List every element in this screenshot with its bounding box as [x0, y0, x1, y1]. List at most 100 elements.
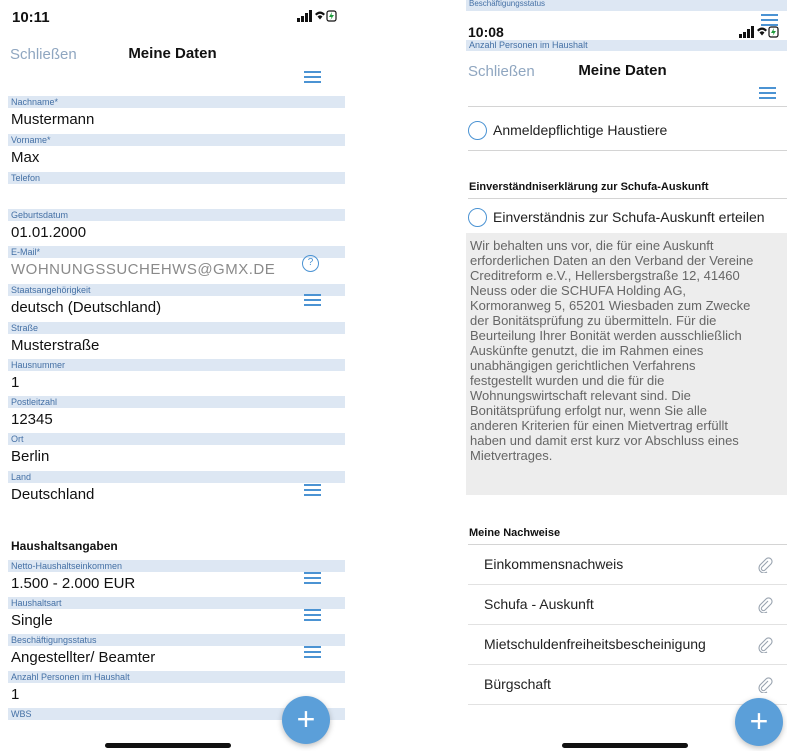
divider: [468, 198, 787, 199]
left-phone-screen: 10:11 Meine Daten Schließen Nachname* Mus…: [0, 0, 345, 751]
section-heading-household: Haushaltsangaben: [11, 539, 118, 553]
disclaimer-line: anderen Kriterien für einen Mietvertrag …: [470, 418, 728, 433]
field-staatsangehoerigkeit[interactable]: Staatsangehörigkeit deutsch (Deutschland): [8, 284, 345, 316]
field-email[interactable]: E-Mail* WOHNUNGSSUCHEHWS@GMX.DE: [8, 246, 345, 278]
disclaimer-line: der Bonitätsprüfung zu übermitteln. Für …: [470, 313, 717, 328]
field-land[interactable]: Land Deutschland: [8, 471, 345, 503]
document-row-guarantee[interactable]: Bürgschaft: [468, 665, 787, 705]
field-postleitzahl[interactable]: Postleitzahl 12345: [8, 396, 345, 428]
field-label: Staatsangehörigkeit: [8, 284, 345, 296]
radio-icon[interactable]: [468, 120, 487, 140]
field-label: Geburtsdatum: [8, 209, 345, 221]
disclaimer-line: haben und damit erst kurz vor Abschluss …: [470, 433, 739, 448]
list-icon[interactable]: [304, 572, 321, 584]
list-icon[interactable]: [759, 87, 776, 99]
home-indicator: [562, 743, 688, 748]
field-telefon[interactable]: Telefon: [8, 172, 345, 187]
field-ort[interactable]: Ort Berlin: [8, 433, 345, 465]
list-icon[interactable]: [304, 646, 321, 658]
disclaimer-line: unabhängigen gerichtlichen Verfahrens: [470, 358, 696, 373]
ghost-field-label: Anzahl Personen im Haushalt: [466, 40, 787, 51]
field-vorname[interactable]: Vorname* Max: [8, 134, 345, 166]
field-beschaeftigungsstatus[interactable]: Beschäftigungsstatus Angestellter/ Beamte…: [8, 634, 345, 666]
list-icon[interactable]: [761, 14, 778, 26]
field-value: Single: [11, 612, 53, 629]
field-value: Mustermann: [11, 111, 95, 128]
disclaimer-line: erforderlichen Daten an den Verband der …: [470, 253, 754, 268]
section-heading-schufa: Einverständniserklärung zur Schufa-Ausku…: [469, 181, 709, 193]
document-label: Schufa - Auskunft: [484, 596, 594, 612]
document-label: Einkommensnachweis: [484, 556, 624, 572]
disclaimer-line: festgestellt wurden und die für die: [470, 373, 665, 388]
document-row-schufa[interactable]: Schufa - Auskunft: [468, 585, 787, 625]
field-strasse[interactable]: Straße Musterstraße: [8, 322, 345, 354]
nav-bar: Meine Daten Schließen: [0, 38, 345, 68]
field-label: Beschäftigungsstatus: [8, 634, 345, 646]
status-icons: [297, 10, 337, 22]
field-label: E-Mail*: [8, 246, 345, 258]
field-label: Hausnummer: [8, 359, 345, 371]
divider: [468, 150, 787, 151]
field-value: Max: [11, 149, 40, 166]
disclaimer-line: Beurteilung Ihrer Bonität werden ausschl…: [470, 328, 742, 343]
disclaimer-line: Wir behalten uns vor, die für eine Ausku…: [470, 238, 714, 253]
document-row-rent-debt-free[interactable]: Mietschuldenfreiheitsbescheinigung: [468, 625, 787, 665]
field-value: deutsch (Deutschland): [11, 299, 162, 316]
option-label: Anmeldepflichtige Haustiere: [493, 122, 668, 138]
field-label: Land: [8, 471, 345, 483]
list-icon[interactable]: [304, 484, 321, 496]
field-hausnummer[interactable]: Hausnummer 1: [8, 359, 345, 391]
status-icons: [739, 26, 779, 38]
field-value: Angestellter/ Beamter: [11, 649, 156, 666]
paperclip-icon[interactable]: [757, 637, 773, 653]
field-geburtsdatum[interactable]: Geburtsdatum 01.01.2000: [8, 209, 345, 241]
field-value: Deutschland: [11, 486, 95, 503]
disclaimer-line: Neuss oder die SCHUFA Holding AG,: [470, 283, 687, 298]
field-label: Netto-Haushaltseinkommen: [8, 560, 345, 572]
field-value: 1.500 - 2.000 EUR: [11, 575, 136, 592]
schufa-consent-option[interactable]: Einverständnis zur Schufa-Auskunft ertei…: [468, 206, 787, 228]
list-icon[interactable]: [304, 294, 321, 306]
field-label: Anzahl Personen im Haushalt: [8, 671, 345, 683]
field-label: Vorname*: [8, 134, 345, 146]
field-nachname[interactable]: Nachname* Mustermann: [8, 96, 345, 128]
field-netto-haushaltseinkommen[interactable]: Netto-Haushaltseinkommen 1.500 - 2.000 EU…: [8, 560, 345, 592]
add-button[interactable]: +: [735, 698, 783, 746]
field-value: 1: [11, 374, 20, 391]
add-button[interactable]: +: [282, 696, 330, 744]
field-value: 12345: [11, 411, 53, 428]
status-bar: 10:08: [458, 0, 787, 40]
field-label: Straße: [8, 322, 345, 334]
status-time: 10:08: [468, 24, 504, 40]
paperclip-icon[interactable]: [757, 557, 773, 573]
pets-option[interactable]: Anmeldepflichtige Haustiere: [468, 119, 787, 141]
paperclip-icon[interactable]: [757, 677, 773, 693]
disclaimer-line: Auskünfte genutzt, die im Rahmen eines: [470, 343, 704, 358]
document-label: Mietschuldenfreiheitsbescheinigung: [484, 636, 706, 652]
field-label: Ort: [8, 433, 345, 445]
document-row-income[interactable]: Einkommensnachweis: [468, 545, 787, 585]
home-indicator: [105, 743, 231, 748]
section-heading-documents: Meine Nachweise: [469, 527, 561, 539]
disclaimer-line: Creditreform e.V., Hellersbergstraße 12,…: [470, 268, 740, 283]
field-value: [8, 184, 345, 187]
field-label: Telefon: [8, 172, 345, 184]
field-value: WOHNUNGSSUCHEHWS@GMX.DE: [11, 261, 276, 278]
nav-bar: Meine Daten Schließen: [458, 55, 787, 85]
field-haushaltsart[interactable]: Haushaltsart Single: [8, 597, 345, 629]
field-value: Musterstraße: [11, 337, 100, 354]
schufa-disclaimer-text: Wir behalten uns vor, die für eine Ausku…: [466, 233, 787, 495]
field-label: Postleitzahl: [8, 396, 345, 408]
status-time: 10:11: [12, 9, 50, 26]
divider: [468, 106, 787, 107]
option-label: Einverständnis zur Schufa-Auskunft ertei…: [493, 209, 765, 225]
close-button[interactable]: Schließen: [10, 46, 77, 63]
list-icon[interactable]: [304, 609, 321, 621]
help-icon[interactable]: ?: [302, 255, 319, 272]
paperclip-icon[interactable]: [757, 597, 773, 613]
field-value: 01.01.2000: [11, 224, 87, 241]
list-icon[interactable]: [304, 71, 321, 83]
close-button[interactable]: Schließen: [468, 63, 535, 80]
disclaimer-line: Bonitätsprüfung erfolgt nur, wenn Sie al…: [470, 403, 708, 418]
radio-icon[interactable]: [468, 207, 487, 227]
